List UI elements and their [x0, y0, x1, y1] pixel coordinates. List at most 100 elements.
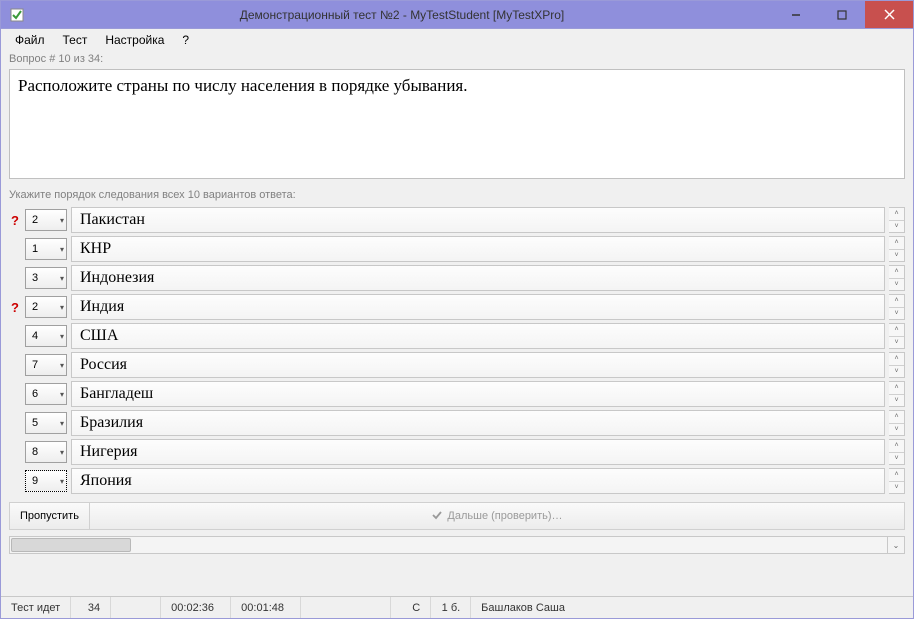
answer-row: 1▾КНР˄˅ — [9, 236, 905, 262]
order-spinner[interactable]: ˄˅ — [889, 294, 905, 320]
answer-row: ?2▾Индия˄˅ — [9, 294, 905, 320]
order-spinner[interactable]: ˄˅ — [889, 439, 905, 465]
order-select[interactable]: 7▾ — [25, 354, 67, 376]
spin-down-icon[interactable]: ˅ — [889, 279, 904, 291]
chevron-down-icon: ▾ — [60, 303, 64, 312]
answer-text: КНР — [71, 236, 885, 262]
order-value: 3 — [32, 272, 38, 284]
spin-up-icon[interactable]: ˄ — [889, 382, 904, 395]
duplicate-warning-icon — [9, 323, 21, 349]
order-value: 9 — [32, 475, 38, 487]
spin-down-icon[interactable]: ˅ — [889, 482, 904, 494]
spin-down-icon[interactable]: ˅ — [889, 337, 904, 349]
answer-text: Россия — [71, 352, 885, 378]
order-spinner[interactable]: ˄˅ — [889, 265, 905, 291]
answer-text: Индия — [71, 294, 885, 320]
spin-up-icon[interactable]: ˄ — [889, 411, 904, 424]
duplicate-warning-icon — [9, 468, 21, 494]
order-select[interactable]: 1▾ — [25, 238, 67, 260]
window-title: Демонстрационный тест №2 - MyTestStudent… — [31, 8, 773, 22]
minimize-button[interactable] — [773, 1, 819, 28]
maximize-button[interactable] — [819, 1, 865, 28]
spin-up-icon[interactable]: ˄ — [889, 295, 904, 308]
scrollbar-thumb[interactable] — [11, 538, 131, 552]
order-select[interactable]: 8▾ — [25, 441, 67, 463]
close-button[interactable] — [865, 1, 913, 28]
answer-row: 6▾Бангладеш˄˅ — [9, 381, 905, 407]
spin-up-icon[interactable]: ˄ — [889, 353, 904, 366]
status-state: Тест идет — [1, 597, 71, 618]
spin-up-icon[interactable]: ˄ — [889, 208, 904, 221]
status-time2: 00:01:48 — [231, 597, 301, 618]
order-select[interactable]: 6▾ — [25, 383, 67, 405]
order-spinner[interactable]: ˄˅ — [889, 207, 905, 233]
duplicate-warning-icon — [9, 410, 21, 436]
status-total: 34 — [71, 597, 111, 618]
spin-down-icon[interactable]: ˅ — [889, 250, 904, 262]
menu-settings[interactable]: Настройка — [97, 31, 172, 49]
chevron-down-icon: ▾ — [60, 477, 64, 486]
order-select[interactable]: 2▾ — [25, 296, 67, 318]
order-value: 1 — [32, 243, 38, 255]
order-select[interactable]: 3▾ — [25, 267, 67, 289]
status-mode: С — [391, 597, 431, 618]
menu-file[interactable]: Файл — [7, 31, 53, 49]
menu-test[interactable]: Тест — [55, 31, 96, 49]
client-area: Файл Тест Настройка ? Вопрос # 10 из 34:… — [0, 29, 914, 619]
answer-row: 3▾Индонезия˄˅ — [9, 265, 905, 291]
order-select[interactable]: 5▾ — [25, 412, 67, 434]
duplicate-warning-icon — [9, 265, 21, 291]
answer-text: Япония — [71, 468, 885, 494]
chevron-down-icon: ▾ — [60, 274, 64, 283]
scrollbar-right[interactable]: ⌄ — [887, 537, 904, 553]
spin-down-icon[interactable]: ˅ — [889, 366, 904, 378]
order-spinner[interactable]: ˄˅ — [889, 410, 905, 436]
menubar: Файл Тест Настройка ? — [1, 29, 913, 51]
order-value: 5 — [32, 417, 38, 429]
button-row: Пропустить Дальше (проверить)… — [9, 502, 905, 530]
horizontal-scrollbar[interactable]: ⌄ — [9, 536, 905, 554]
order-select[interactable]: 2▾ — [25, 209, 67, 231]
answer-text: Индонезия — [71, 265, 885, 291]
duplicate-warning-icon — [9, 381, 21, 407]
spin-down-icon[interactable]: ˅ — [889, 395, 904, 407]
spin-up-icon[interactable]: ˄ — [889, 266, 904, 279]
answer-text: Бразилия — [71, 410, 885, 436]
order-select[interactable]: 9▾ — [25, 470, 67, 492]
answer-text: Бангладеш — [71, 381, 885, 407]
order-value: 8 — [32, 446, 38, 458]
chevron-down-icon: ▾ — [60, 216, 64, 225]
spin-up-icon[interactable]: ˄ — [889, 469, 904, 482]
order-spinner[interactable]: ˄˅ — [889, 236, 905, 262]
spin-down-icon[interactable]: ˅ — [889, 424, 904, 436]
skip-button[interactable]: Пропустить — [10, 503, 90, 529]
answer-row: 7▾Россия˄˅ — [9, 352, 905, 378]
order-select[interactable]: 4▾ — [25, 325, 67, 347]
order-spinner[interactable]: ˄˅ — [889, 468, 905, 494]
spin-up-icon[interactable]: ˄ — [889, 440, 904, 453]
spin-up-icon[interactable]: ˄ — [889, 237, 904, 250]
duplicate-warning-icon — [9, 236, 21, 262]
order-spinner[interactable]: ˄˅ — [889, 352, 905, 378]
duplicate-warning-icon: ? — [9, 294, 21, 320]
spin-down-icon[interactable]: ˅ — [889, 308, 904, 320]
answer-text: Пакистан — [71, 207, 885, 233]
chevron-down-icon: ▾ — [60, 419, 64, 428]
duplicate-warning-icon: ? — [9, 207, 21, 233]
spin-down-icon[interactable]: ˅ — [889, 221, 904, 233]
order-spinner[interactable]: ˄˅ — [889, 323, 905, 349]
answer-row: 9▾Япония˄˅ — [9, 468, 905, 494]
order-spinner[interactable]: ˄˅ — [889, 381, 905, 407]
check-icon — [431, 509, 443, 524]
chevron-down-icon: ▾ — [60, 390, 64, 399]
next-button[interactable]: Дальше (проверить)… — [90, 509, 904, 524]
menu-help[interactable]: ? — [174, 31, 197, 49]
spin-up-icon[interactable]: ˄ — [889, 324, 904, 337]
order-value: 4 — [32, 330, 38, 342]
spin-down-icon[interactable]: ˅ — [889, 453, 904, 465]
order-value: 6 — [32, 388, 38, 400]
titlebar[interactable]: Демонстрационный тест №2 - MyTestStudent… — [0, 0, 914, 29]
order-value: 2 — [32, 214, 38, 226]
app-icon — [9, 7, 25, 23]
window-controls — [773, 1, 913, 28]
